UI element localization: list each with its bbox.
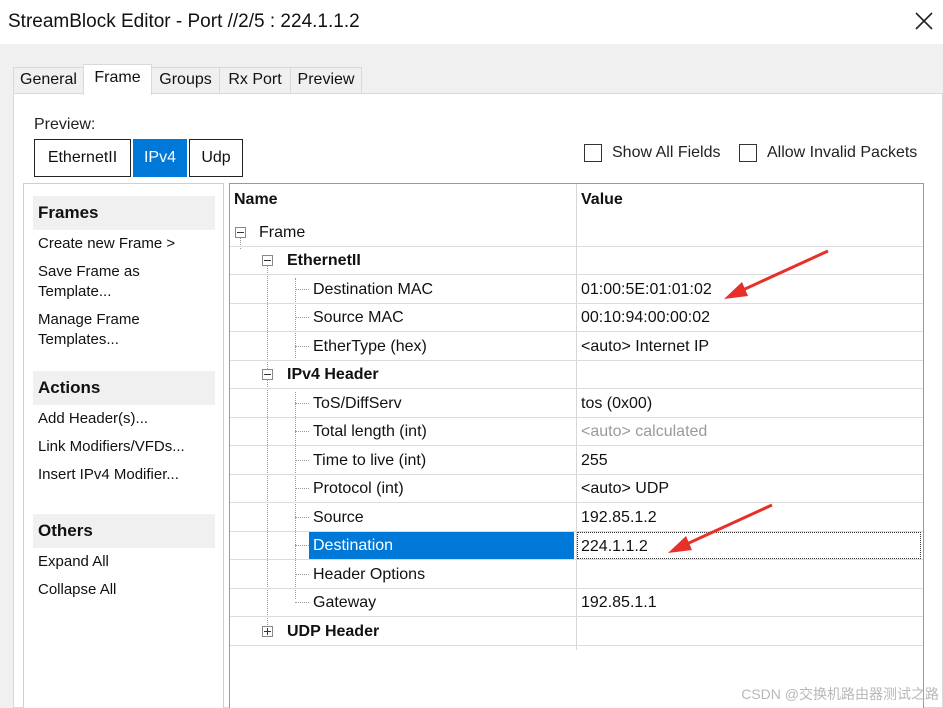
tree-row-destination[interactable]: Destination 224.1.1.2 bbox=[230, 532, 923, 560]
tree-line bbox=[295, 403, 309, 404]
actions-section: Actions Add Header(s)... Link Modifiers/… bbox=[33, 371, 215, 495]
window-title: StreamBlock Editor - Port //2/5 : 224.1.… bbox=[8, 11, 360, 32]
tree-row-gateway[interactable]: Gateway 192.85.1.1 bbox=[230, 589, 923, 617]
collapse-icon[interactable] bbox=[235, 227, 246, 238]
close-icon[interactable] bbox=[911, 8, 937, 34]
allow-invalid-packets-label: Allow Invalid Packets bbox=[767, 144, 918, 161]
dialog-body: General Frame Groups Rx Port Preview Pre… bbox=[0, 44, 943, 708]
tree-line bbox=[295, 460, 309, 461]
show-all-fields-checkbox[interactable]: Show All Fields bbox=[584, 144, 734, 164]
tree-line bbox=[295, 574, 309, 575]
field-name: Header Options bbox=[313, 566, 426, 583]
tree-line bbox=[295, 346, 309, 347]
expand-icon[interactable] bbox=[262, 626, 273, 637]
tree-line bbox=[295, 517, 309, 518]
manage-frame-templates-link[interactable]: Manage Frame Templates... bbox=[38, 308, 215, 356]
tree-line bbox=[295, 317, 309, 318]
title-bar: StreamBlock Editor - Port //2/5 : 224.1.… bbox=[0, 0, 943, 44]
name-column-header[interactable]: Name bbox=[234, 191, 278, 209]
field-name: IPv4 Header bbox=[287, 366, 379, 383]
create-new-frame-link[interactable]: Create new Frame > bbox=[38, 232, 215, 260]
frames-section-title: Frames bbox=[38, 203, 99, 222]
value-column-header[interactable]: Value bbox=[581, 191, 623, 209]
field-name: Frame bbox=[259, 224, 306, 241]
preview-label: Preview: bbox=[34, 116, 96, 133]
action-sidebar: Frames Create new Frame > Save Frame as … bbox=[23, 183, 224, 708]
field-value[interactable]: 255 bbox=[581, 447, 608, 474]
frame-panel: Preview: EthernetII IPv4 Udp Show All Fi… bbox=[13, 93, 943, 708]
tree-line bbox=[295, 602, 309, 603]
checkbox-box[interactable] bbox=[739, 144, 757, 162]
field-name: Destination bbox=[309, 532, 574, 559]
field-value[interactable]: 00:10:94:00:00:02 bbox=[581, 304, 710, 331]
preview-ethernetii-button[interactable]: EthernetII bbox=[34, 139, 131, 177]
red-arrow-icon bbox=[724, 249, 829, 299]
tree-row-source-mac[interactable]: Source MAC 00:10:94:00:00:02 bbox=[230, 304, 923, 332]
tree-row-total-length[interactable]: Total length (int) <auto> calculated bbox=[230, 418, 923, 446]
field-name: EtherType (hex) bbox=[313, 338, 427, 355]
tree-row-ipv4-header[interactable]: IPv4 Header bbox=[230, 361, 923, 389]
tree-line bbox=[295, 545, 309, 546]
tab-preview[interactable]: Preview bbox=[290, 67, 362, 94]
others-section: Others Expand All Collapse All bbox=[33, 514, 215, 610]
link-modifiers-link[interactable]: Link Modifiers/VFDs... bbox=[38, 435, 215, 463]
field-name: Gateway bbox=[313, 594, 377, 611]
field-value[interactable]: <auto> Internet IP bbox=[581, 333, 709, 360]
tree-row-ttl[interactable]: Time to live (int) 255 bbox=[230, 447, 923, 475]
preview-udp-button[interactable]: Udp bbox=[189, 139, 243, 177]
field-name: Destination MAC bbox=[313, 281, 434, 298]
others-section-title: Others bbox=[38, 521, 93, 540]
red-arrow-icon bbox=[668, 503, 773, 553]
tab-general[interactable]: General bbox=[13, 67, 84, 94]
tree-row-protocol[interactable]: Protocol (int) <auto> UDP bbox=[230, 475, 923, 503]
tab-frame[interactable]: Frame bbox=[83, 64, 152, 95]
field-name: Protocol (int) bbox=[313, 480, 404, 497]
collapse-icon[interactable] bbox=[262, 369, 273, 380]
field-value[interactable]: <auto> calculated bbox=[581, 418, 707, 445]
tab-rx-port[interactable]: Rx Port bbox=[219, 67, 291, 94]
tree-row-ethertype[interactable]: EtherType (hex) <auto> Internet IP bbox=[230, 333, 923, 361]
tree-row-tos[interactable]: ToS/DiffServ tos (0x00) bbox=[230, 390, 923, 418]
field-name: ToS/DiffServ bbox=[313, 395, 402, 412]
collapse-all-link[interactable]: Collapse All bbox=[38, 578, 215, 606]
field-value[interactable]: 192.85.1.1 bbox=[581, 589, 657, 616]
checkbox-box[interactable] bbox=[584, 144, 602, 162]
tree-line bbox=[295, 289, 309, 290]
allow-invalid-packets-checkbox[interactable]: Allow Invalid Packets bbox=[739, 144, 929, 164]
field-value[interactable]: 192.85.1.2 bbox=[581, 504, 657, 531]
field-name: Time to live (int) bbox=[313, 452, 427, 469]
collapse-icon[interactable] bbox=[262, 255, 273, 266]
tree-line bbox=[295, 488, 309, 489]
field-name: Source MAC bbox=[313, 309, 404, 326]
save-frame-template-link[interactable]: Save Frame as Template... bbox=[38, 260, 215, 308]
tree-line bbox=[295, 431, 309, 432]
field-value[interactable]: tos (0x00) bbox=[581, 390, 652, 417]
field-value[interactable]: <auto> UDP bbox=[581, 475, 669, 502]
insert-ipv4-modifier-link[interactable]: Insert IPv4 Modifier... bbox=[38, 463, 215, 491]
field-name: Source bbox=[313, 509, 364, 526]
tree-row-udp-header[interactable]: UDP Header bbox=[230, 618, 923, 646]
tab-groups[interactable]: Groups bbox=[151, 67, 220, 94]
preview-ipv4-button[interactable]: IPv4 bbox=[133, 139, 187, 177]
show-all-fields-label: Show All Fields bbox=[612, 144, 721, 161]
tree-row-frame[interactable]: Frame bbox=[230, 219, 923, 247]
tree-row-source[interactable]: Source 192.85.1.2 bbox=[230, 504, 923, 532]
frames-section: Frames Create new Frame > Save Frame as … bbox=[33, 196, 215, 360]
watermark: CSDN @交换机路由器测试之路 bbox=[741, 686, 939, 702]
actions-section-title: Actions bbox=[38, 378, 101, 397]
field-value[interactable]: 01:00:5E:01:01:02 bbox=[581, 276, 712, 303]
field-name: Total length (int) bbox=[313, 423, 427, 440]
field-name: EthernetII bbox=[287, 252, 361, 269]
expand-all-link[interactable]: Expand All bbox=[38, 550, 215, 578]
field-name: UDP Header bbox=[287, 623, 380, 640]
add-headers-link[interactable]: Add Header(s)... bbox=[38, 407, 215, 435]
tree-row-header-options[interactable]: Header Options bbox=[230, 561, 923, 589]
